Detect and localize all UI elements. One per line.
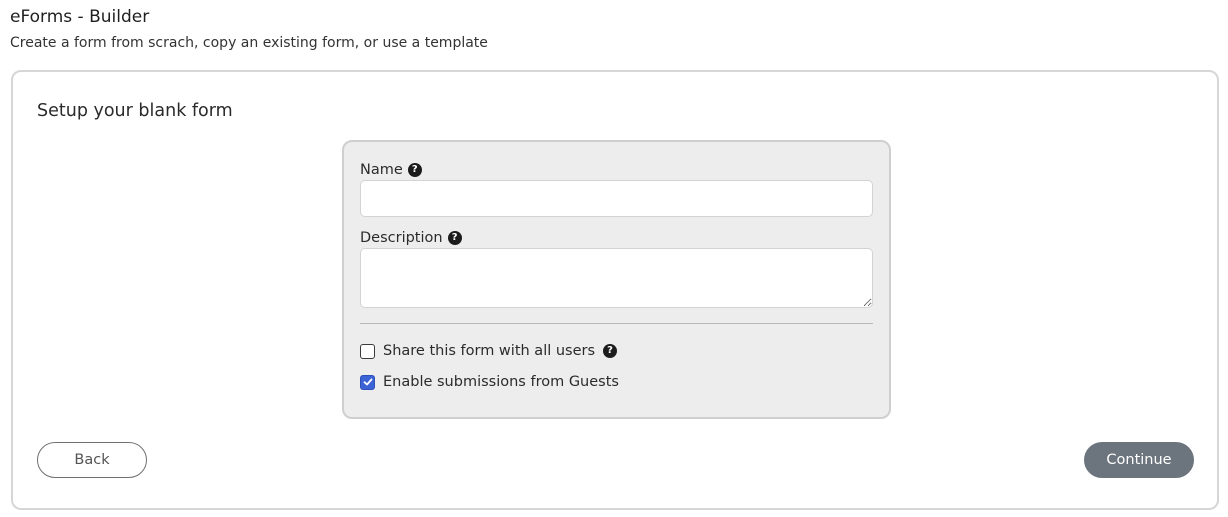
checkmark-icon <box>363 378 372 386</box>
divider <box>360 323 873 324</box>
description-help-icon[interactable]: ? <box>447 231 462 245</box>
share-help-icon[interactable]: ? <box>603 344 618 358</box>
description-textarea[interactable] <box>360 248 873 308</box>
description-label-row: Description ? <box>360 229 462 247</box>
continue-button[interactable]: Continue <box>1084 442 1194 478</box>
share-checkbox[interactable] <box>360 343 375 359</box>
name-help-icon[interactable]: ? <box>407 163 422 177</box>
card-title: Setup your blank form <box>37 101 233 121</box>
page-title: eForms - Builder <box>10 7 150 27</box>
guests-label: Enable submissions from Guests <box>383 374 619 390</box>
name-input[interactable] <box>360 180 873 217</box>
description-label: Description <box>360 230 443 246</box>
page-subtitle: Create a form from scrach, copy an exist… <box>10 35 488 51</box>
name-label-row: Name ? <box>360 161 422 179</box>
guests-option-row: Enable submissions from Guests <box>360 373 619 391</box>
share-label: Share this form with all users <box>383 343 596 359</box>
setup-card: Setup your blank form Name ? Description… <box>11 70 1219 510</box>
name-label: Name <box>360 162 403 178</box>
back-button[interactable]: Back <box>37 442 147 478</box>
form-panel: Name ? Description ? Share this form wit… <box>342 140 891 419</box>
guests-checkbox[interactable] <box>360 374 375 390</box>
share-option-row: Share this form with all users ? <box>360 342 618 360</box>
